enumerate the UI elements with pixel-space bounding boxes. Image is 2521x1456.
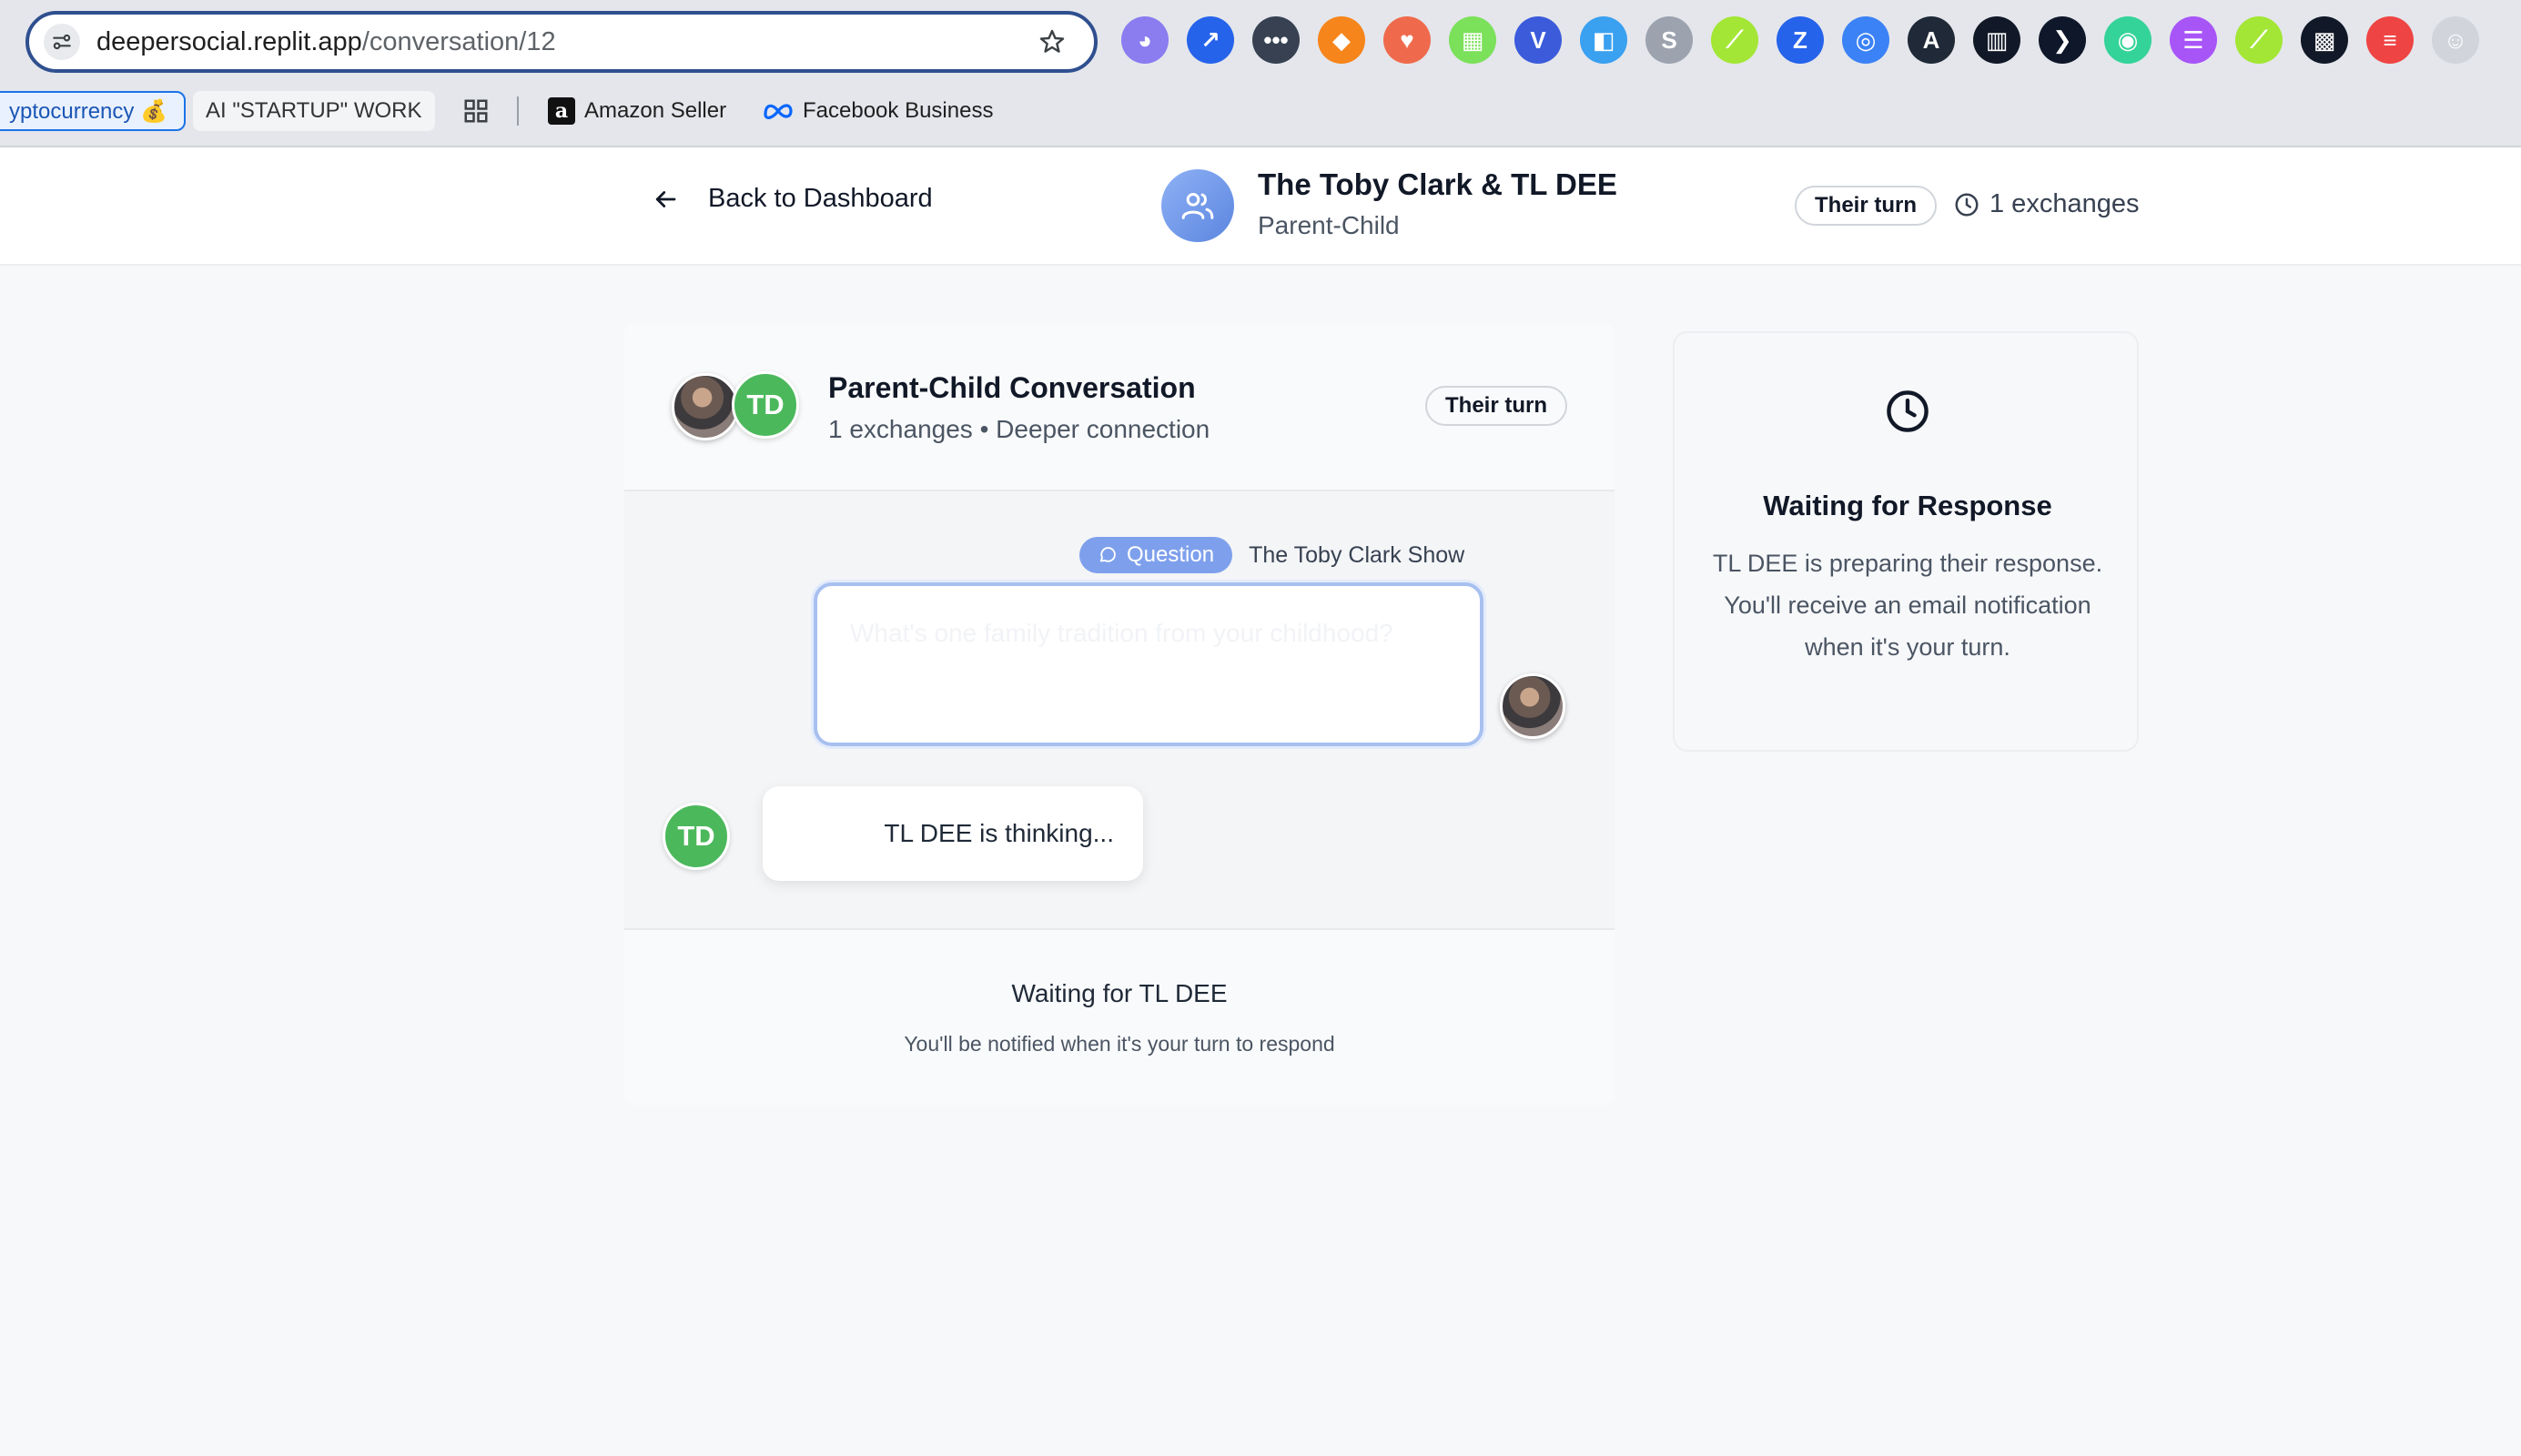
arrow-left-icon: [655, 190, 676, 207]
heart-ext-icon[interactable]: ♥: [1383, 16, 1431, 64]
clock-icon: [1955, 193, 1979, 216]
question-text: What's one family tradition from your ch…: [850, 619, 1393, 647]
apps-grid-icon[interactable]: [462, 91, 490, 131]
exchange-count: 1 exchanges: [1953, 189, 2139, 219]
waiting-footer: Waiting for TL DEE You'll be notified wh…: [624, 928, 1615, 1105]
question-badge: Question: [1079, 537, 1233, 573]
participant-avatar-td: TD: [732, 371, 799, 439]
ghost-ext-icon[interactable]: ◕: [1121, 16, 1169, 64]
question-author: The Toby Clark Show: [1249, 541, 1465, 568]
conversation-meta: 1 exchanges • Deeper connection: [828, 415, 1210, 443]
v-ext-icon[interactable]: V: [1514, 16, 1562, 64]
bookmark-crypto[interactable]: yptocurrency 💰: [0, 91, 186, 131]
a-ext-icon[interactable]: A: [1908, 16, 1955, 64]
conversation-card-header: TD Parent-Child Conversation 1 exchanges…: [624, 324, 1615, 491]
question-message-bubble: What's one family tradition from your ch…: [814, 582, 1483, 746]
responder-avatar-td: TD: [663, 803, 730, 870]
relationship-type: Parent-Child: [1258, 211, 1400, 239]
avatar: [672, 373, 739, 440]
meta-icon: [764, 104, 793, 119]
dots-ext-icon[interactable]: •••: [1252, 16, 1300, 64]
back-label[interactable]: Back to Dashboard: [708, 184, 933, 214]
frog-ext-icon[interactable]: ◉: [2104, 16, 2151, 64]
site-settings-icon[interactable]: [44, 24, 80, 60]
conversation-header: Back to Dashboard The Toby Clark & TL DE…: [0, 147, 2521, 266]
bookmark-amazon-seller[interactable]: a Amazon Seller: [548, 91, 726, 131]
bars-ext-icon[interactable]: ≡: [2366, 16, 2414, 64]
play-ext-icon[interactable]: ❯: [2039, 16, 2086, 64]
sender-avatar: [1500, 673, 1565, 739]
bookmark-facebook-business[interactable]: Facebook Business: [763, 91, 993, 131]
waiting-status-card: Waiting for Response TL DEE is preparing…: [1673, 331, 2139, 752]
bookmark-star-icon[interactable]: [1036, 25, 1068, 58]
chart2-ext-icon[interactable]: ⟋: [2235, 16, 2283, 64]
exchange-count-label: 1 exchanges: [1989, 189, 2140, 218]
waiting-title: Waiting for TL DEE: [1011, 979, 1228, 1007]
waiting-status-title: Waiting for Response: [1763, 490, 2052, 521]
fox-ext-icon[interactable]: ◆: [1318, 16, 1365, 64]
conversation-card: TD Parent-Child Conversation 1 exchanges…: [624, 324, 1615, 1105]
group-users-icon: [1161, 169, 1234, 242]
s-ext-icon[interactable]: S: [1645, 16, 1693, 64]
bookmark-separator: [517, 96, 519, 126]
bookmarks-bar: yptocurrency 💰 AI "STARTUP" WORK a Amazo…: [0, 84, 2521, 147]
address-bar[interactable]: deepersocial.replit.app/conversation/12: [25, 11, 1098, 73]
pixel-ext-icon[interactable]: ▦: [1449, 16, 1496, 64]
clock-icon: [1884, 388, 1931, 440]
browser-toolbar: deepersocial.replit.app/conversation/12 …: [0, 0, 2521, 84]
globe-ext-icon[interactable]: ◎: [1842, 16, 1889, 64]
conversation-card-title: Parent-Child Conversation: [828, 371, 1196, 404]
back-to-dashboard-link[interactable]: Back to Dashboard: [652, 184, 933, 214]
stripes-ext-icon[interactable]: ▥: [1973, 16, 2020, 64]
conversation-title: The Toby Clark & TL DEE: [1258, 167, 1617, 201]
cursor-ext-icon[interactable]: ↗: [1187, 16, 1234, 64]
amazon-icon: a: [548, 97, 575, 125]
chart-ext-icon[interactable]: ⟋: [1711, 16, 1758, 64]
square-ext-icon[interactable]: ◧: [1580, 16, 1627, 64]
message-bubble-icon: [1099, 547, 1116, 562]
url-text[interactable]: deepersocial.replit.app/conversation/12: [96, 27, 556, 57]
card-turn-status-badge: Their turn: [1425, 386, 1567, 426]
thinking-indicator: TL DEE is thinking...: [763, 786, 1143, 881]
turn-status-badge: Their turn: [1795, 186, 1937, 226]
z-ext-icon[interactable]: Z: [1777, 16, 1824, 64]
waiting-status-text: TL DEE is preparing their response. You'…: [1712, 550, 2103, 661]
question-meta-row: Question The Toby Clark Show: [1079, 537, 1464, 573]
grid-ext-icon[interactable]: ▩: [2301, 16, 2348, 64]
face-ext-icon[interactable]: ☺: [2432, 16, 2479, 64]
bookmark-startup-work[interactable]: AI "STARTUP" WORK: [193, 91, 435, 131]
list-ext-icon[interactable]: ☰: [2170, 16, 2217, 64]
waiting-subtitle: You'll be notified when it's your turn t…: [904, 1032, 1335, 1056]
extensions-row: ◕ ↗ ••• ◆ ♥ ▦ V ◧ S ⟋ Z ◎ A ▥ ❯ ◉ ☰ ⟋ ▩ ≡ ☺: [1121, 16, 2479, 67]
